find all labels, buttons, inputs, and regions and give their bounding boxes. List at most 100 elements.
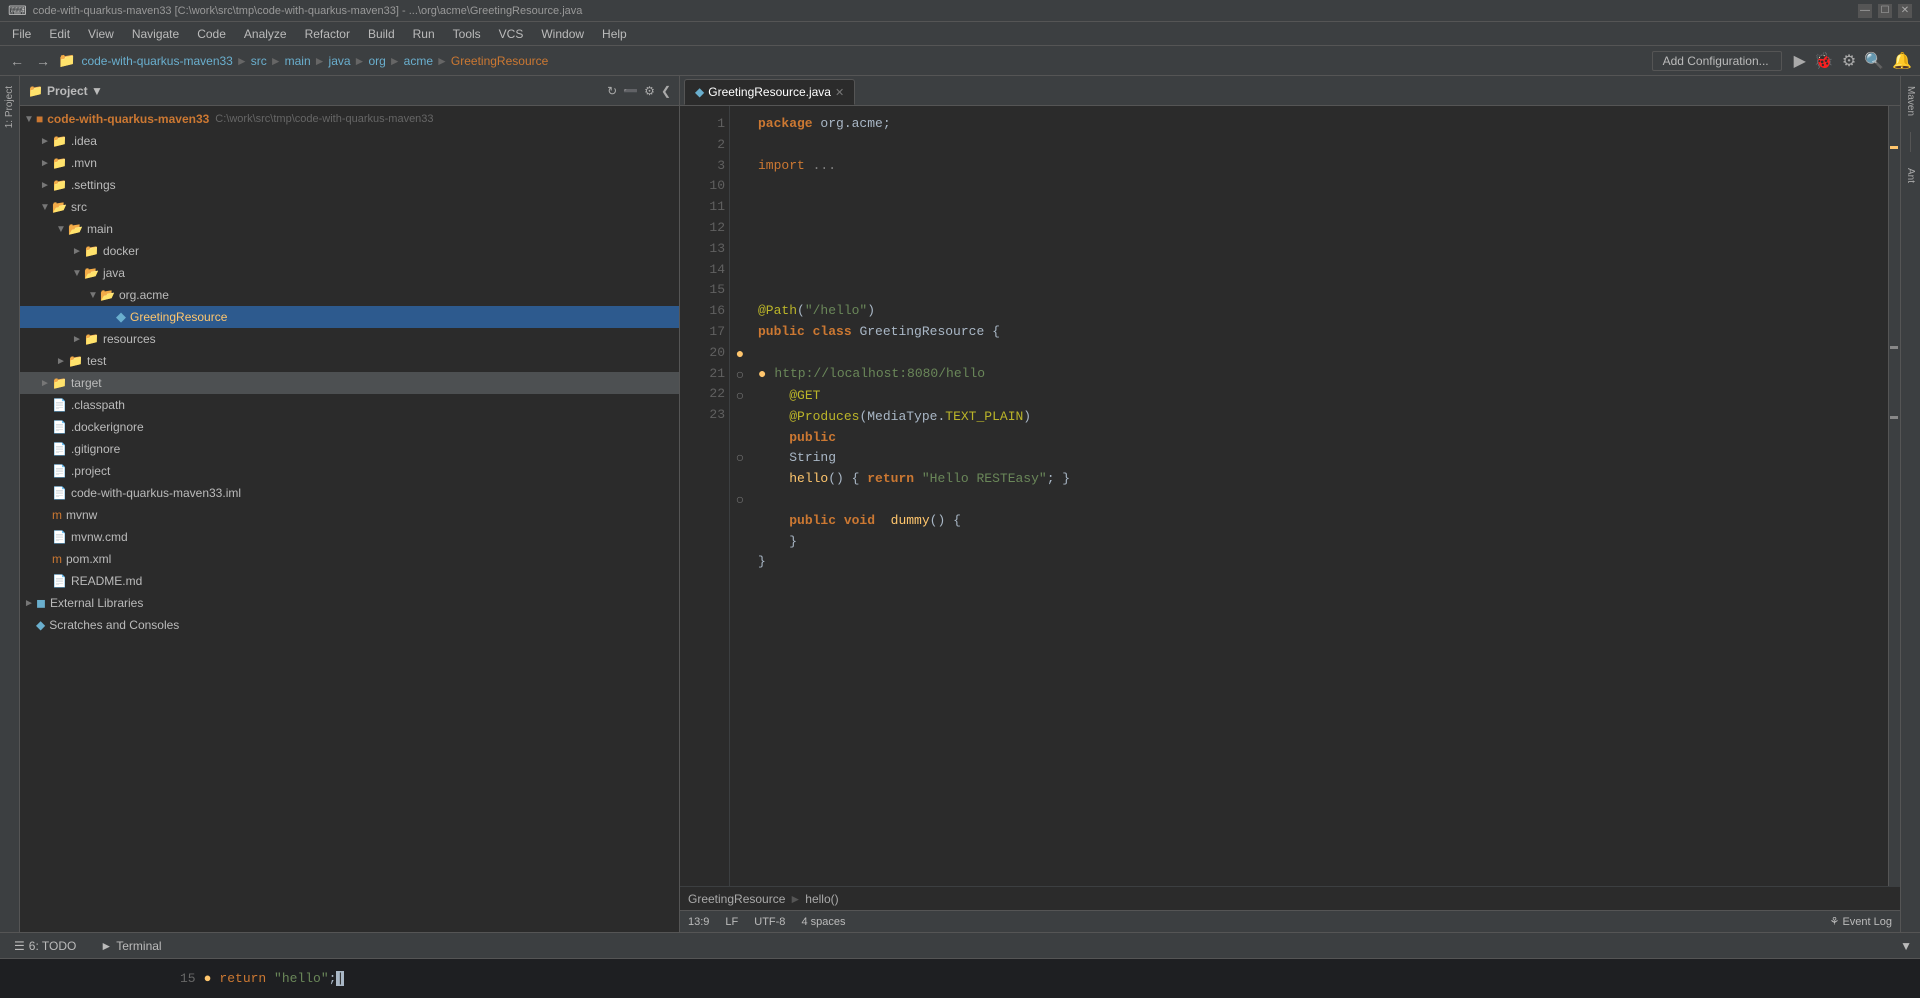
tree-mvnw-cmd[interactable]: 📄 mvnw.cmd: [20, 526, 679, 548]
mini-warning-icon: ●: [204, 971, 212, 986]
menu-window[interactable]: Window: [533, 25, 592, 43]
tree-iml[interactable]: 📄 code-with-quarkus-maven33.iml: [20, 482, 679, 504]
notifications-button[interactable]: 🔔: [1890, 49, 1914, 73]
app-icon: ⌨: [8, 3, 27, 19]
search-button[interactable]: 🔍: [1862, 49, 1886, 73]
code-line-7: [758, 239, 1880, 260]
tree-src[interactable]: ▼ 📂 src: [20, 196, 679, 218]
menu-refactor[interactable]: Refactor: [297, 25, 358, 43]
editor-scrollbar[interactable]: [1888, 106, 1900, 886]
todo-tab[interactable]: ☰ 6: TODO: [8, 937, 82, 955]
code-line-17: hello() { return "Hello RESTEasy"; }: [758, 469, 1880, 490]
tree-idea[interactable]: ► 📁 .idea: [20, 130, 679, 152]
tree-java-folder[interactable]: ▼ 📂 java: [20, 262, 679, 284]
bc-project[interactable]: code-with-quarkus-maven33: [81, 54, 232, 68]
menu-view[interactable]: View: [80, 25, 122, 43]
tree-mvnw[interactable]: m mvnw: [20, 504, 679, 526]
tree-project-file[interactable]: 📄 .project: [20, 460, 679, 482]
hide-panel-button[interactable]: ▼: [1900, 939, 1912, 953]
menu-vcs[interactable]: VCS: [491, 25, 532, 43]
tree-docker[interactable]: ► 📁 docker: [20, 240, 679, 262]
status-line-ending[interactable]: LF: [725, 916, 738, 928]
bc-greetingresource[interactable]: GreetingResource: [451, 54, 548, 68]
tree-mvn[interactable]: ► 📁 .mvn: [20, 152, 679, 174]
bc-org[interactable]: org: [368, 54, 385, 68]
gear-icon[interactable]: ⚙: [644, 84, 655, 98]
terminal-tab[interactable]: ► Terminal: [94, 937, 167, 955]
close-button[interactable]: ✕: [1898, 4, 1912, 18]
code-line-5: [758, 197, 1880, 218]
code-line-3: import ...: [758, 156, 1880, 177]
tree-external-libs[interactable]: ► ◼ External Libraries: [20, 592, 679, 614]
code-line-22: }: [758, 532, 1880, 553]
tree-pom[interactable]: m pom.xml: [20, 548, 679, 570]
menu-file[interactable]: File: [4, 25, 39, 43]
bc-acme[interactable]: acme: [404, 54, 433, 68]
menu-build[interactable]: Build: [360, 25, 403, 43]
status-position[interactable]: 13:9: [688, 916, 709, 928]
sync-icon[interactable]: ↻: [607, 84, 617, 98]
window-controls[interactable]: — ☐ ✕: [1858, 4, 1912, 18]
scroll-marker-pos2: [1890, 416, 1898, 419]
menu-code[interactable]: Code: [189, 25, 234, 43]
editor-tab-greetingresource[interactable]: ◆ GreetingResource.java ✕: [684, 79, 855, 105]
code-editor[interactable]: package org.acme; import ... @Path("/hel…: [750, 106, 1888, 886]
back-button[interactable]: ←: [6, 51, 28, 71]
terminal-icon: ►: [100, 939, 112, 953]
tree-readme[interactable]: 📄 README.md: [20, 570, 679, 592]
mini-code-bar: 15 ● return "hello";|: [0, 958, 1920, 998]
menu-navigate[interactable]: Navigate: [124, 25, 187, 43]
forward-button[interactable]: →: [32, 51, 54, 71]
scroll-marker-pos: [1890, 346, 1898, 349]
tree-main[interactable]: ▼ 📂 main: [20, 218, 679, 240]
menu-edit[interactable]: Edit: [41, 25, 78, 43]
project-panel: 📁 Project ▼ ↻ ➖ ⚙ ❮ ▼ ■ code-with-quarku…: [20, 76, 680, 932]
tree-gitignore[interactable]: 📄 .gitignore: [20, 438, 679, 460]
scroll-marker-warning: [1890, 146, 1898, 149]
minimize-button[interactable]: —: [1858, 4, 1872, 18]
maximize-button[interactable]: ☐: [1878, 4, 1892, 18]
maven-tab[interactable]: Maven: [1903, 80, 1918, 122]
settings-button[interactable]: ⚙: [1840, 49, 1858, 73]
menu-run[interactable]: Run: [405, 25, 443, 43]
bc-main[interactable]: main: [285, 54, 311, 68]
tree-greetingresource[interactable]: ◆ GreetingResource: [20, 306, 679, 328]
collapse-icon[interactable]: ➖: [623, 84, 638, 98]
tree-org-acme[interactable]: ▼ 📂 org.acme: [20, 284, 679, 306]
tab-close-button[interactable]: ✕: [835, 86, 844, 99]
tree-settings-folder[interactable]: ► 📁 .settings: [20, 174, 679, 196]
tree-root[interactable]: ▼ ■ code-with-quarkus-maven33 C:\work\sr…: [20, 108, 679, 130]
right-side-panel: Maven Ant: [1900, 76, 1920, 932]
bc-src[interactable]: src: [251, 54, 267, 68]
tree-scratches[interactable]: ◆ Scratches and Consoles: [20, 614, 679, 636]
editor-bc-method[interactable]: hello(): [805, 892, 838, 906]
breadcrumb: 📁 code-with-quarkus-maven33 ► src ► main…: [58, 52, 548, 69]
add-configuration-button[interactable]: Add Configuration...: [1652, 51, 1782, 71]
project-title[interactable]: Project ▼: [47, 84, 103, 98]
tree-target[interactable]: ► 📁 target: [20, 372, 679, 394]
tree-dockerignore[interactable]: 📄 .dockerignore: [20, 416, 679, 438]
bc-java[interactable]: java: [329, 54, 351, 68]
status-encoding[interactable]: UTF-8: [754, 916, 785, 928]
nav-bar: ← → 📁 code-with-quarkus-maven33 ► src ► …: [0, 46, 1920, 76]
run-button[interactable]: ▶: [1792, 49, 1808, 73]
debug-button[interactable]: 🐞: [1812, 49, 1836, 73]
panel-close-icon[interactable]: ❮: [661, 84, 671, 98]
ant-tab[interactable]: Ant: [1903, 162, 1918, 189]
line-numbers: 1 2 3 10 11 12 13 14 15 16 17 20 21: [680, 106, 730, 886]
menu-help[interactable]: Help: [594, 25, 635, 43]
project-tab[interactable]: 1: Project: [2, 80, 17, 134]
code-line-13: @GET: [758, 386, 1880, 407]
mini-code-content[interactable]: return "hello";|: [219, 971, 344, 986]
tree-resources[interactable]: ► 📁 resources: [20, 328, 679, 350]
mini-line-num: 15: [180, 971, 196, 986]
status-indent[interactable]: 4 spaces: [801, 916, 845, 928]
menu-tools[interactable]: Tools: [445, 25, 489, 43]
event-log-button[interactable]: ⚘ Event Log: [1830, 915, 1892, 928]
tree-test[interactable]: ► 📁 test: [20, 350, 679, 372]
editor-bc-class[interactable]: GreetingResource: [688, 892, 785, 906]
main-area: 1: Project 📁 Project ▼ ↻ ➖ ⚙ ❮ ▼ ■ code-…: [0, 76, 1920, 932]
editor-content: 1 2 3 10 11 12 13 14 15 16 17 20 21: [680, 106, 1900, 886]
tree-classpath[interactable]: 📄 .classpath: [20, 394, 679, 416]
menu-analyze[interactable]: Analyze: [236, 25, 295, 43]
